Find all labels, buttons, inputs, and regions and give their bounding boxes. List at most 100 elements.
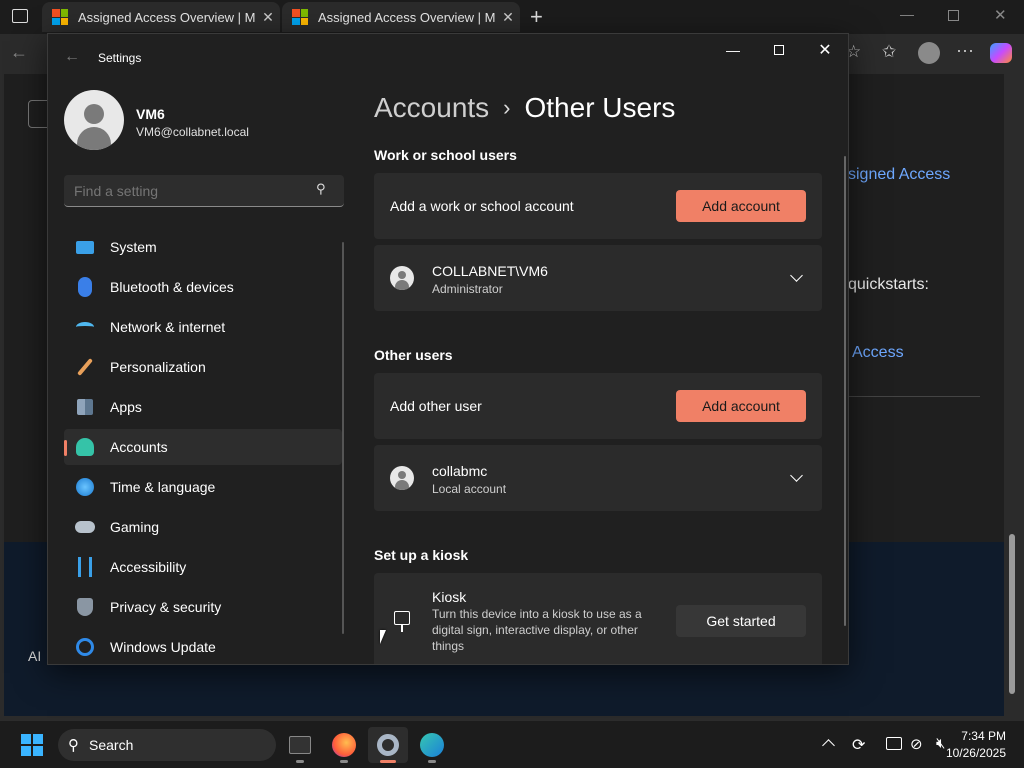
scrollbar-thumb[interactable]	[1009, 534, 1015, 694]
page-scrollbar[interactable]	[1005, 74, 1020, 716]
sync-icon[interactable]: ⟳	[852, 735, 865, 755]
maximize-icon[interactable]	[756, 34, 802, 66]
kiosk-card: Kiosk Turn this device into a kiosk to u…	[374, 573, 822, 664]
browser-tab-2[interactable]: Assigned Access Overview | Micro ✕	[282, 2, 520, 32]
firefox-app-icon[interactable]	[324, 727, 364, 763]
microsoft-logo-icon	[52, 9, 68, 25]
content-scrollbar[interactable]	[844, 156, 846, 626]
sidebar-item-gaming[interactable]: Gaming	[64, 509, 342, 545]
monitor-icon	[74, 236, 96, 258]
tab-title: Assigned Access Overview | Micro	[318, 9, 496, 25]
tab-actions-icon[interactable]	[12, 9, 28, 23]
user-email: VM6@collabnet.local	[136, 125, 249, 139]
sidebar-item-label: Accessibility	[110, 559, 187, 575]
add-other-account-button[interactable]: Add account	[676, 390, 806, 422]
search-input[interactable]	[74, 181, 304, 201]
clock-date: 10/26/2025	[945, 746, 1006, 760]
account-name: collabmc	[432, 463, 488, 479]
restore-browser-icon[interactable]	[948, 10, 959, 21]
edge-app-icon[interactable]	[412, 727, 452, 763]
user-icon	[390, 466, 414, 490]
page-title: Other Users	[524, 92, 676, 123]
sidebar-item-label: Personalization	[110, 359, 206, 375]
sidebar-item-windows-update[interactable]: Windows Update	[64, 629, 342, 664]
sidebar-item-personalization[interactable]: Personalization	[64, 349, 342, 385]
sidebar-item-label: Bluetooth & devices	[110, 279, 234, 295]
add-work-account-button[interactable]: Add account	[676, 190, 806, 222]
section-heading: Set up a kiosk	[374, 547, 469, 563]
back-icon[interactable]: ←	[10, 42, 28, 63]
close-tab-icon[interactable]: ✕	[496, 9, 520, 26]
settings-window: ← Settings — ✕ VM6 VM6@collabnet.local ⚲…	[47, 33, 849, 665]
selection-indicator	[64, 440, 67, 456]
close-browser-icon[interactable]: ✕	[994, 6, 1007, 24]
copilot-icon[interactable]	[990, 43, 1012, 63]
breadcrumb: Accounts › Other Users	[374, 92, 675, 124]
chevron-down-icon[interactable]	[790, 269, 803, 282]
minimize-icon[interactable]: —	[710, 34, 756, 66]
new-tab-icon[interactable]: +	[530, 4, 543, 30]
profile-icon[interactable]	[918, 42, 940, 64]
divider	[848, 396, 980, 397]
search-icon[interactable]: ⚲	[316, 181, 326, 197]
page-link[interactable]: signed Access	[848, 166, 950, 184]
card-label: Add other user	[390, 398, 482, 414]
globe-clock-icon	[74, 476, 96, 498]
settings-app-icon[interactable]	[368, 727, 408, 763]
sidebar-item-label: System	[110, 239, 157, 255]
user-icon	[390, 266, 414, 290]
sidebar-item-privacy-security[interactable]: Privacy & security	[64, 589, 342, 625]
user-avatar[interactable]	[64, 90, 124, 150]
brush-icon	[74, 356, 96, 378]
account-type: Local account	[432, 482, 507, 496]
sidebar-item-accessibility[interactable]: Accessibility	[64, 549, 342, 585]
taskbar: ⚲ Search ⟳ ⊘ 🔇︎ 7:34 PM 10/26/2025	[0, 720, 1024, 768]
display-icon[interactable]	[886, 737, 902, 750]
minimize-browser-icon[interactable]: —	[900, 6, 914, 22]
account-name: COLLABNET\VM6	[432, 263, 548, 279]
start-button[interactable]	[12, 727, 52, 763]
close-tab-icon[interactable]: ✕	[256, 9, 280, 26]
section-heading: Other users	[374, 347, 453, 363]
kiosk-title: Kiosk	[432, 589, 467, 605]
sidebar-item-label: Accounts	[110, 439, 168, 455]
close-icon[interactable]: ✕	[802, 34, 848, 66]
user-name: VM6	[136, 106, 165, 122]
browser-tab-1[interactable]: Assigned Access Overview | Micro ✕	[42, 2, 280, 32]
terminal-app-icon[interactable]	[280, 727, 320, 763]
breadcrumb-parent[interactable]: Accounts	[374, 92, 489, 124]
nav-scrollbar[interactable]	[342, 242, 344, 634]
sidebar-item-system[interactable]: System	[64, 229, 342, 265]
favorites-icon[interactable]: ✩	[882, 42, 896, 62]
kiosk-icon	[394, 611, 410, 625]
page-link[interactable]: Access	[852, 344, 904, 362]
chevron-down-icon[interactable]	[790, 469, 803, 482]
more-icon[interactable]: ···	[956, 40, 974, 61]
footer-text: AI	[28, 648, 42, 664]
search-label: Search	[89, 737, 134, 753]
sidebar-item-bluetooth-devices[interactable]: Bluetooth & devices	[64, 269, 342, 305]
get-started-button[interactable]: Get started	[676, 605, 806, 637]
sidebar-item-label: Privacy & security	[110, 599, 222, 615]
sidebar-item-label: Apps	[110, 399, 142, 415]
taskbar-search[interactable]: ⚲ Search	[58, 729, 276, 761]
back-arrow-icon[interactable]: ←	[64, 48, 80, 66]
sidebar-item-label: Time & language	[110, 479, 216, 495]
sidebar-item-time-language[interactable]: Time & language	[64, 469, 342, 505]
search-box[interactable]: ⚲	[64, 175, 344, 207]
sidebar-item-apps[interactable]: Apps	[64, 389, 342, 425]
clock[interactable]: 7:34 PM 10/26/2025	[940, 729, 1006, 760]
sidebar-item-accounts[interactable]: Accounts	[64, 429, 342, 465]
sidebar-item-network-internet[interactable]: Network & internet	[64, 309, 342, 345]
windows-logo-icon	[21, 734, 43, 756]
microsoft-logo-icon	[292, 9, 308, 25]
apps-icon	[74, 396, 96, 418]
sidebar-item-label: Network & internet	[110, 319, 226, 335]
sidebar-item-label: Gaming	[110, 519, 160, 535]
work-account-row[interactable]: COLLABNET\VM6 Administrator	[374, 245, 822, 311]
add-other-user-card: Add other user Add account	[374, 373, 822, 439]
show-hidden-icons-chevron-icon[interactable]	[822, 739, 835, 752]
other-account-row[interactable]: collabmc Local account	[374, 445, 822, 511]
wifi-icon	[74, 316, 96, 338]
network-disconnected-icon[interactable]: ⊘	[910, 735, 923, 753]
